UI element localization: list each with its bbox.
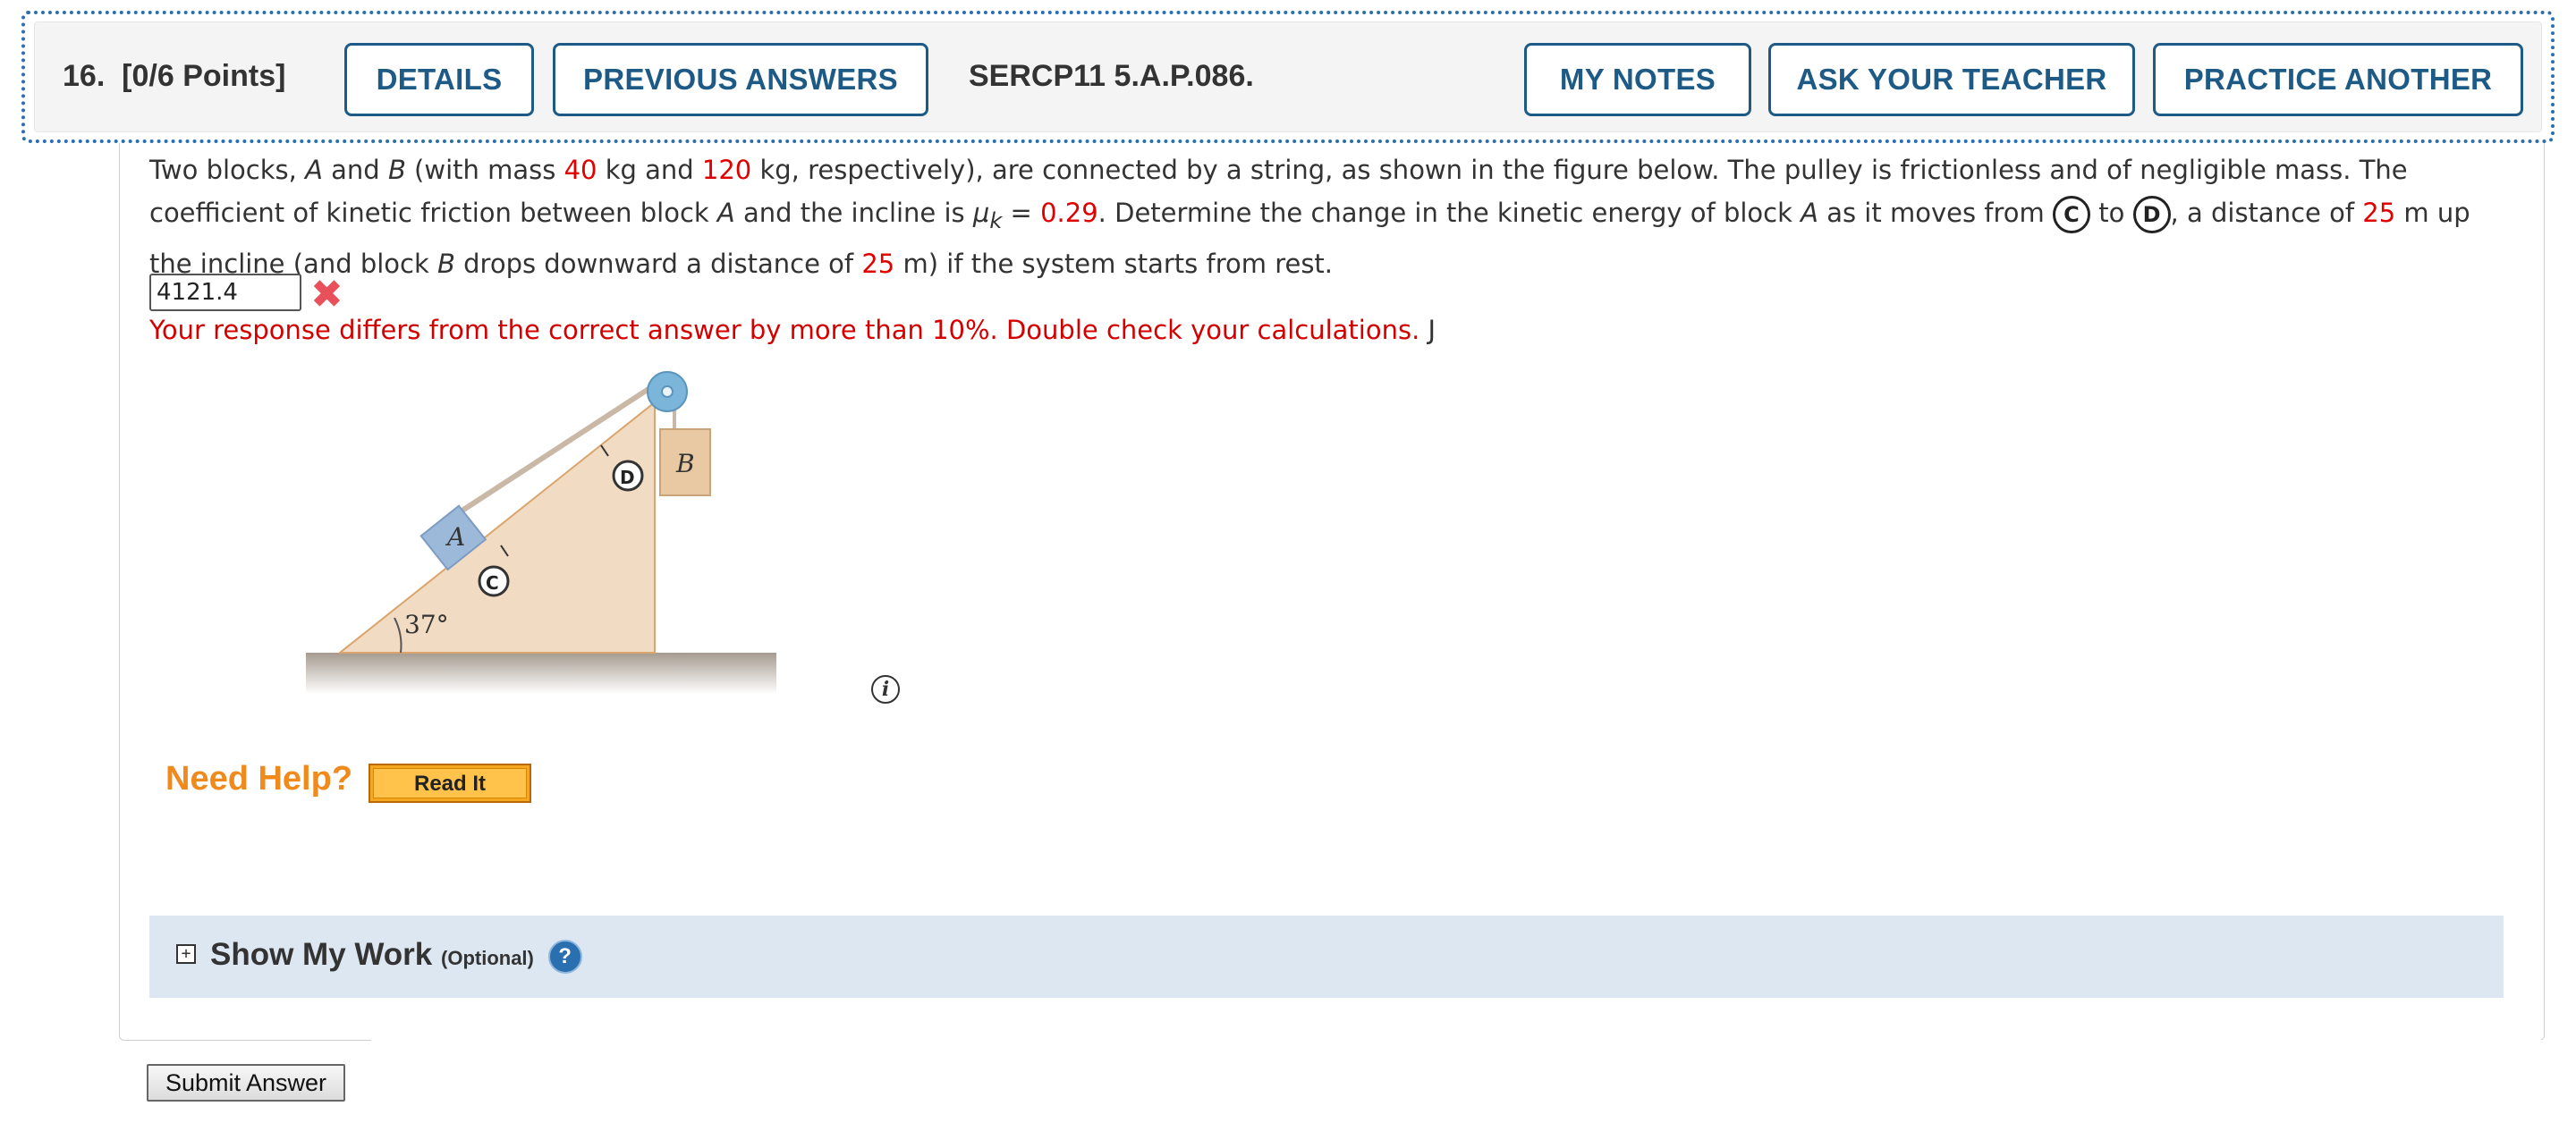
answer-feedback: Your response differs from the correct a…: [149, 315, 1436, 345]
answer-input[interactable]: [149, 274, 301, 311]
info-icon[interactable]: i: [871, 675, 900, 704]
question-text-part: kg and: [597, 155, 702, 185]
question-text-part: =: [1002, 198, 1041, 228]
card-divider: [371, 1040, 2543, 1041]
point-d-symbol: D: [2132, 196, 2171, 233]
distance-up-value: 25: [2362, 198, 2396, 228]
ask-your-teacher-button[interactable]: ASK YOUR TEACHER: [1768, 43, 2135, 116]
point-c-symbol: C: [2052, 196, 2090, 233]
block-a-ref: A: [305, 155, 323, 185]
show-my-work-label: Show My Work: [210, 937, 433, 972]
question-text-part: drops downward a distance of: [454, 248, 862, 279]
question-text-part: . Determine the change in the kinetic en…: [1097, 198, 1801, 228]
help-question-icon[interactable]: ?: [547, 939, 582, 974]
question-points: [0/6 Points]: [122, 59, 286, 93]
block-b-ref: B: [437, 248, 455, 279]
mass-b-value: 120: [701, 155, 752, 185]
mu-value: 0.29: [1040, 198, 1098, 228]
pulley-axle: [661, 385, 674, 398]
block-b-label: B: [675, 449, 695, 478]
point-d-label: D: [620, 467, 635, 488]
block-b-ref: B: [387, 155, 406, 185]
practice-another-button[interactable]: PRACTICE ANOTHER: [2153, 43, 2523, 116]
details-button[interactable]: DETAILS: [344, 43, 534, 116]
read-it-button[interactable]: Read It: [369, 764, 531, 803]
block-a-ref: A: [716, 198, 735, 228]
block-a-ref: A: [1801, 198, 1818, 228]
problem-code: SERCP11 5.A.P.086.: [969, 59, 1254, 93]
question-text: Two blocks, A and B (with mass 40 kg and…: [149, 148, 2520, 285]
question-number: 16.: [63, 59, 106, 93]
question-text-part: (with mass: [405, 155, 564, 185]
ground: [306, 653, 776, 694]
mu-symbol: μ: [972, 198, 990, 228]
expand-plus-icon[interactable]: +: [176, 944, 196, 964]
question-text-part: and the incline is: [734, 198, 973, 228]
answer-row: ✖: [149, 274, 343, 315]
need-help-label: Need Help?: [165, 760, 353, 798]
my-notes-button[interactable]: MY NOTES: [1524, 43, 1751, 116]
question-text-part: as it moves from: [1818, 198, 2053, 228]
submit-answer-button[interactable]: Submit Answer: [147, 1064, 345, 1102]
incline-wedge: [337, 400, 656, 654]
question-text-part: to: [2089, 198, 2133, 228]
mu-subscript: k: [989, 207, 1003, 233]
show-my-work-panel[interactable]: + Show My Work (Optional) ?: [149, 916, 2504, 998]
question-text-part: , a distance of: [2170, 198, 2363, 228]
distance-down-value: 25: [861, 248, 895, 279]
answer-unit: J: [1428, 315, 1436, 345]
question-text-part: Two blocks,: [149, 155, 306, 185]
mass-a-value: 40: [564, 155, 597, 185]
point-c-label: C: [486, 572, 499, 594]
block-a-label: A: [445, 522, 465, 552]
question-header: 16. [0/6 Points]: [63, 59, 285, 94]
angle-label: 37°: [404, 610, 449, 639]
incorrect-x-icon: ✖: [310, 272, 343, 317]
feedback-message: Your response differs from the correct a…: [149, 315, 1420, 345]
show-my-work-title[interactable]: Show My Work (Optional) ?: [210, 937, 582, 974]
read-it-label: Read It: [373, 768, 527, 798]
previous-answers-button[interactable]: PREVIOUS ANSWERS: [553, 43, 928, 116]
question-text-part: m) if the system starts from rest.: [894, 248, 1334, 279]
incline-pulley-figure: 37° A B C D: [306, 371, 776, 694]
question-text-part: and: [322, 155, 388, 185]
optional-label: (Optional): [441, 947, 534, 969]
